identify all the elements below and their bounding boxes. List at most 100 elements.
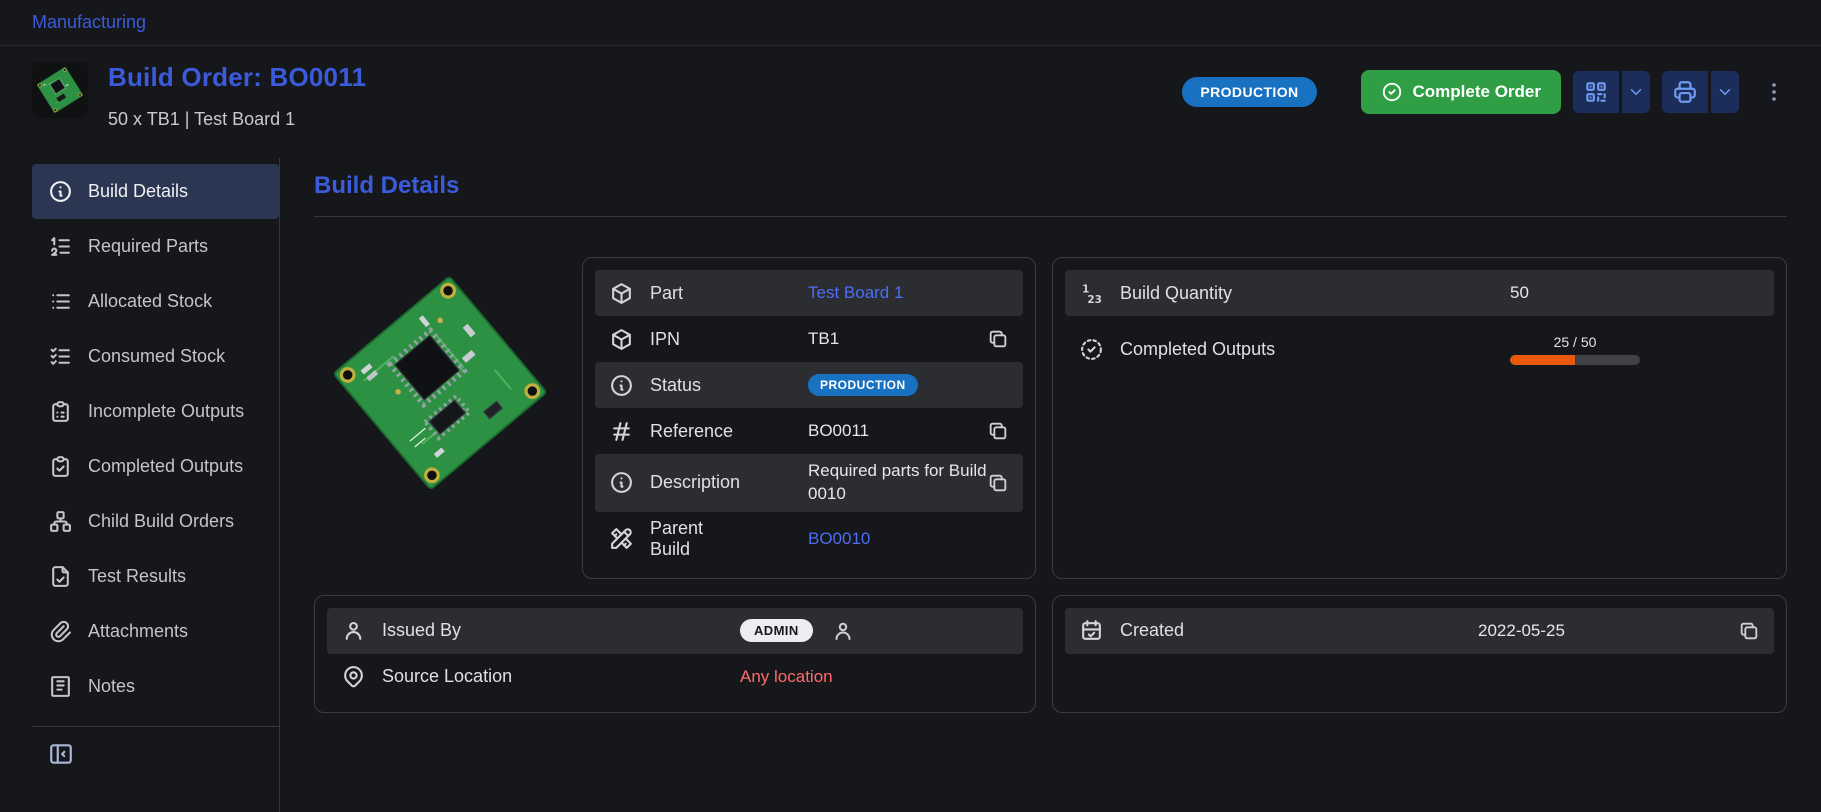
stat-label: Completed Outputs: [1120, 339, 1510, 360]
detail-label: Status: [650, 375, 808, 396]
sidebar-item-required-parts[interactable]: Required Parts: [32, 219, 279, 274]
row-label: Created: [1120, 620, 1478, 641]
sidebar-item-build-details[interactable]: Build Details: [32, 164, 279, 219]
copy-button[interactable]: [1738, 620, 1760, 642]
detail-row-description: Description Required parts for Build 001…: [595, 454, 1023, 512]
copy-button[interactable]: [987, 472, 1009, 494]
sidebar-collapse-icon[interactable]: [48, 741, 74, 767]
section-divider: [314, 216, 1787, 217]
detail-row-ipn: IPN TB1: [595, 316, 1023, 362]
detail-label: Description: [650, 472, 808, 493]
sidebar-item-test-results[interactable]: Test Results: [32, 549, 279, 604]
chevron-down-icon: [1627, 83, 1645, 101]
sidebar-item-label: Required Parts: [88, 236, 208, 257]
part-thumbnail[interactable]: [32, 62, 88, 118]
sidebar-item-consumed-stock[interactable]: Consumed Stock: [32, 329, 279, 384]
print-actions-group: [1662, 71, 1739, 113]
part-link[interactable]: Test Board 1: [808, 283, 903, 303]
row-issued-by: Issued By ADMIN: [327, 608, 1023, 654]
user-icon: [831, 619, 855, 643]
page-subtitle: 50 x TB1 | Test Board 1: [108, 109, 366, 130]
created-value: 2022-05-25: [1478, 621, 1565, 641]
status-badge: PRODUCTION: [1182, 77, 1316, 107]
detail-label: IPN: [650, 329, 808, 350]
circle-check-icon: [1381, 81, 1403, 103]
copy-icon: [987, 472, 1009, 494]
sidebar-item-label: Attachments: [88, 621, 188, 642]
sidebar-item-allocated-stock[interactable]: Allocated Stock: [32, 274, 279, 329]
ipn-value: TB1: [808, 329, 839, 349]
clipboard-check-icon: [48, 454, 73, 479]
box-icon: [609, 327, 634, 352]
progress-check-icon: [1079, 337, 1104, 362]
sidebar-item-label: Notes: [88, 676, 135, 697]
stat-row-build-quantity: 123 Build Quantity 50: [1065, 270, 1774, 316]
detail-row-reference: Reference BO0011: [595, 408, 1023, 454]
details-block: Part Test Board 1 IPN TB1 Status: [314, 257, 1036, 579]
list-check-icon: [48, 344, 73, 369]
sidebar-item-attachments[interactable]: Attachments: [32, 604, 279, 659]
copy-icon: [987, 328, 1009, 350]
sidebar-item-completed-outputs[interactable]: Completed Outputs: [32, 439, 279, 494]
qr-code-button[interactable]: [1573, 71, 1619, 113]
hash-icon: [609, 419, 634, 444]
progress-track: [1510, 355, 1640, 365]
notes-icon: [48, 674, 73, 699]
detail-label: Part: [650, 283, 808, 304]
qr-code-icon: [1583, 79, 1609, 105]
part-image[interactable]: [314, 257, 566, 509]
info-circle-icon: [48, 179, 73, 204]
print-button[interactable]: [1662, 71, 1708, 113]
build-stats-panel: 123 Build Quantity 50 Completed Outputs …: [1052, 257, 1787, 579]
section-heading: Build Details: [314, 172, 1787, 200]
row-source-location: Source Location Any location: [327, 654, 1023, 700]
info-circle-icon: [609, 373, 634, 398]
issue-panel: Issued By ADMIN Source Location Any loca…: [314, 595, 1036, 713]
numbers-icon: 123: [1079, 281, 1104, 306]
detail-row-parent-build: Parent Build BO0010: [595, 512, 1023, 566]
header-titles: Build Order: BO0011 50 x TB1 | Test Boar…: [108, 62, 366, 130]
svg-text:23: 23: [1087, 293, 1101, 305]
parent-build-link[interactable]: BO0010: [808, 529, 870, 549]
sidebar-item-child-build-orders[interactable]: Child Build Orders: [32, 494, 279, 549]
sitemap-icon: [48, 509, 73, 534]
copy-button[interactable]: [987, 420, 1009, 442]
progress-text: 25 / 50: [1510, 334, 1640, 350]
row-created: Created 2022-05-25: [1065, 608, 1774, 654]
file-check-icon: [48, 564, 73, 589]
box-icon: [609, 281, 634, 306]
sidebar-item-incomplete-outputs[interactable]: Incomplete Outputs: [32, 384, 279, 439]
sidebar-item-label: Completed Outputs: [88, 456, 243, 477]
complete-order-label: Complete Order: [1413, 82, 1541, 102]
status-badge: PRODUCTION: [808, 374, 918, 396]
pcb-thumbnail-image: [32, 62, 88, 118]
barcode-actions-group: [1573, 71, 1650, 113]
sidebar-item-notes[interactable]: Notes: [32, 659, 279, 714]
build-quantity-value: 50: [1510, 283, 1529, 303]
clipboard-list-icon: [48, 399, 73, 424]
stat-label: Build Quantity: [1120, 283, 1510, 304]
pcb-image: [314, 257, 566, 509]
paperclip-icon: [48, 619, 73, 644]
user-icon: [341, 618, 366, 643]
sidebar-collapse-row: [32, 727, 279, 781]
sidebar-item-label: Build Details: [88, 181, 188, 202]
sidebar-item-label: Consumed Stock: [88, 346, 225, 367]
copy-button[interactable]: [987, 328, 1009, 350]
source-location-value: Any location: [740, 667, 833, 687]
complete-order-button[interactable]: Complete Order: [1361, 70, 1561, 114]
main-content: Build Details: [280, 158, 1821, 812]
breadcrumb-link-manufacturing[interactable]: Manufacturing: [32, 12, 146, 33]
row-label: Issued By: [382, 620, 740, 641]
qr-code-dropdown-button[interactable]: [1622, 71, 1650, 113]
detail-row-part: Part Test Board 1: [595, 270, 1023, 316]
list-icon: [48, 289, 73, 314]
copy-icon: [1738, 620, 1760, 642]
print-dropdown-button[interactable]: [1711, 71, 1739, 113]
calendar-icon: [1079, 618, 1104, 643]
chevron-down-icon: [1716, 83, 1734, 101]
header-actions: PRODUCTION Complete Order: [1182, 62, 1789, 114]
more-actions-button[interactable]: [1759, 71, 1789, 113]
row-label: Source Location: [382, 666, 740, 687]
tools-icon: [609, 526, 634, 551]
